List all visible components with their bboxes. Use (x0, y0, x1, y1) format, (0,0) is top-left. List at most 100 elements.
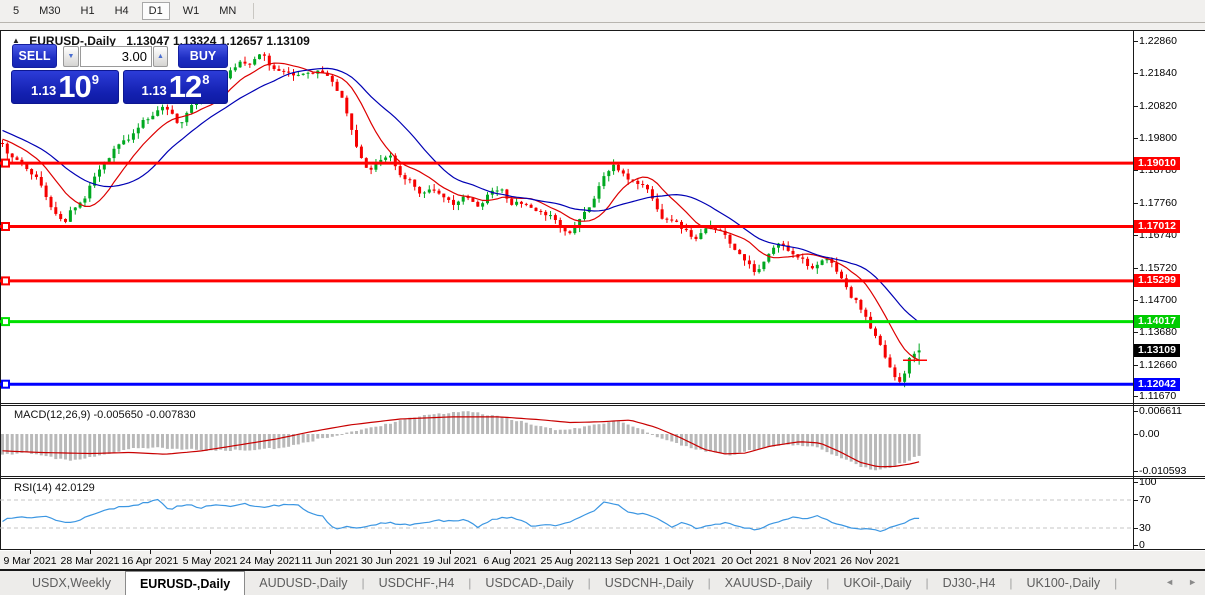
date-tick-mark (30, 550, 31, 554)
date-tick-mark (870, 550, 871, 554)
buy-button[interactable]: BUY (178, 44, 228, 68)
indicator-tick-mark (1133, 471, 1138, 472)
indicator-tick-label: 0.006611 (1139, 405, 1183, 417)
rsi-indicator-chart[interactable] (0, 479, 1133, 549)
buy-price-pips: 12 (168, 69, 202, 104)
date-tick-mark (570, 550, 571, 554)
price-tick-mark (1133, 138, 1138, 139)
indicator-tick-mark (1133, 500, 1138, 501)
buy-price-whole: 1.13 (141, 83, 167, 98)
price-tick-label: 1.21840 (1139, 67, 1177, 79)
one-click-trading-panel: SELL ▼ ▲ BUY 1.13 10 9 1.13 12 8 (10, 44, 229, 104)
price-tick-label: 1.12660 (1139, 359, 1177, 371)
price-level-badge: 1.15299 (1134, 274, 1180, 287)
price-tick-label: 1.17760 (1139, 197, 1177, 209)
timeframe-button-5[interactable]: 5 (6, 3, 26, 19)
date-tick-mark (450, 550, 451, 554)
volume-increase-button[interactable]: ▲ (153, 46, 168, 67)
date-tick-mark (630, 550, 631, 554)
timeframe-button-m30[interactable]: M30 (32, 3, 67, 19)
indicator-tick-mark (1133, 545, 1138, 546)
price-tick-mark (1133, 235, 1138, 236)
chart-tab-uk100[interactable]: UK100-,Daily (1013, 571, 1115, 595)
tab-scroll-arrows: ◄ ► (1165, 569, 1197, 595)
date-tick-mark (690, 550, 691, 554)
timeframe-button-d1[interactable]: D1 (141, 2, 170, 20)
macd-panel-bottom-border (0, 476, 1205, 477)
price-level-badge: 1.12042 (1134, 378, 1180, 391)
timeframe-button-h4[interactable]: H4 (108, 3, 136, 19)
price-tick-label: 1.14700 (1139, 294, 1177, 306)
chart-tab-eurusd[interactable]: EURUSD-,Daily (124, 571, 246, 595)
price-tick-mark (1133, 170, 1138, 171)
chart-tab-dj30[interactable]: DJ30-,H4 (929, 571, 1010, 595)
date-tick-mark (390, 550, 391, 554)
price-level-badge: 1.13109 (1134, 344, 1180, 357)
price-tick-label: 1.22860 (1139, 35, 1177, 47)
mt4-window: 5 M30 H1 H4 D1 W1 MN ▲ EURUSD-,Daily 1.13047 1… (0, 0, 1205, 595)
chart-tab-usdcad[interactable]: USDCAD-,Daily (471, 571, 587, 595)
price-tick-label: 1.20820 (1139, 100, 1177, 112)
price-tick-mark (1133, 365, 1138, 366)
date-tick-mark (510, 550, 511, 554)
sell-price-button[interactable]: 1.13 10 9 (11, 70, 119, 104)
indicator-tick-label: 70 (1139, 494, 1151, 506)
buy-price-button[interactable]: 1.13 12 8 (123, 70, 228, 104)
timeframe-button-h1[interactable]: H1 (74, 3, 102, 19)
x-axis-line (0, 549, 1205, 550)
price-tick-mark (1133, 396, 1138, 397)
chart-tab-audusd[interactable]: AUDUSD-,Daily (245, 571, 361, 595)
chart-tab-usdcnh[interactable]: USDCNH-,Daily (591, 571, 708, 595)
price-tick-mark (1133, 73, 1138, 74)
tab-separator: | (1114, 576, 1118, 590)
date-tick-mark (810, 550, 811, 554)
tab-scroll-right-icon[interactable]: ► (1188, 577, 1197, 587)
indicator-tick-label: 0.00 (1139, 428, 1160, 440)
price-tick-mark (1133, 268, 1138, 269)
price-level-badge: 1.17012 (1134, 220, 1180, 233)
tab-scroll-left-icon[interactable]: ◄ (1165, 577, 1174, 587)
sell-button[interactable]: SELL (12, 44, 57, 68)
date-tick-label: 26 Nov 2021 (840, 555, 900, 567)
price-tick-mark (1133, 203, 1138, 204)
timeframe-button-w1[interactable]: W1 (176, 3, 207, 19)
chart-tab-ukoil[interactable]: UKOil-,Daily (829, 571, 925, 595)
buy-price-point: 8 (202, 72, 210, 87)
price-tick-mark (1133, 106, 1138, 107)
chart-tab-bar: USDX,Weekly EURUSD-,Daily AUDUSD-,Daily | US… (0, 569, 1205, 595)
volume-decrease-button[interactable]: ▼ (63, 46, 79, 67)
toolbar-separator (253, 3, 255, 19)
price-tick-mark (1133, 300, 1138, 301)
price-tick-label: 1.11670 (1139, 390, 1177, 402)
chart-tab-usdchf[interactable]: USDCHF-,H4 (365, 571, 469, 595)
price-tick-mark (1133, 41, 1138, 42)
chart-tab-xauusd[interactable]: XAUUSD-,Daily (711, 571, 827, 595)
indicator-tick-label: 30 (1139, 522, 1151, 534)
chart-tab-usdx[interactable]: USDX,Weekly (18, 571, 125, 595)
indicator-tick-mark (1133, 434, 1138, 435)
timeframe-toolbar: 5 M30 H1 H4 D1 W1 MN (0, 0, 1205, 23)
date-tick-mark (750, 550, 751, 554)
price-level-badge: 1.19010 (1134, 157, 1180, 170)
timeframe-button-mn[interactable]: MN (212, 3, 243, 19)
date-tick-mark (330, 550, 331, 554)
price-level-badge: 1.14017 (1134, 315, 1180, 328)
date-tick-mark (90, 550, 91, 554)
sell-price-whole: 1.13 (30, 83, 57, 98)
indicator-tick-mark (1133, 528, 1138, 529)
price-tick-label: 1.15720 (1139, 262, 1177, 274)
sell-price-pips: 10 (58, 69, 91, 104)
volume-input[interactable] (80, 46, 152, 67)
sell-price-point: 9 (91, 72, 100, 87)
indicator-tick-label: 0 (1139, 539, 1145, 551)
date-tick-mark (210, 550, 211, 554)
indicator-tick-mark (1133, 411, 1138, 412)
rsi-label: RSI(14) 42.0129 (14, 482, 95, 494)
price-tick-label: 1.19800 (1139, 132, 1177, 144)
price-tick-mark (1133, 332, 1138, 333)
indicator-tick-mark (1133, 482, 1138, 483)
date-tick-mark (150, 550, 151, 554)
price-panel-bottom-border (0, 403, 1205, 404)
date-tick-mark (270, 550, 271, 554)
macd-label: MACD(12,26,9) -0.005650 -0.007830 (14, 409, 196, 421)
